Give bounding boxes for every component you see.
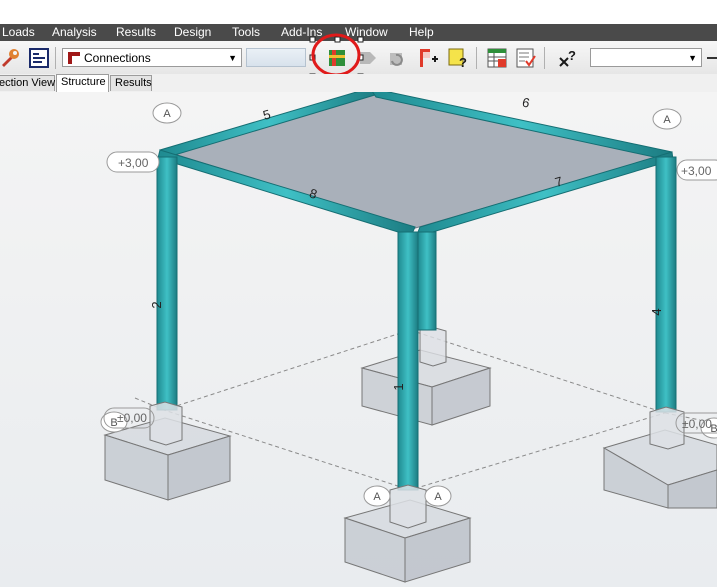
help-query-icon[interactable]: ? <box>557 47 579 69</box>
toolbar-separator <box>55 47 56 69</box>
level-label: ±0,00 <box>682 417 712 431</box>
tab-results[interactable]: Results <box>110 75 152 91</box>
menu-results[interactable]: Results <box>116 25 156 39</box>
menu-window[interactable]: Window <box>345 25 388 39</box>
calculate-icon[interactable] <box>357 47 379 69</box>
column-2 <box>156 156 178 411</box>
structure-viewport[interactable]: A A A A B B +3,00 +3,00 ±0,00 ±0,00 5 6 … <box>0 92 717 587</box>
column-4 <box>655 156 677 413</box>
overflow-icon[interactable] <box>703 47 717 69</box>
tab-section-view[interactable]: ection View <box>0 75 55 91</box>
level-label: +3,00 <box>118 156 149 170</box>
view-tabs: ection View Structure Results <box>0 74 717 93</box>
footing-back <box>360 326 492 426</box>
column-3 <box>417 231 437 331</box>
category-dropdown[interactable]: Connections ▼ <box>62 48 242 67</box>
toolbar-separator <box>476 47 477 69</box>
dropdown-value: Connections <box>84 51 151 65</box>
member-number: 2 <box>149 301 164 308</box>
toolbar-field[interactable] <box>246 48 306 67</box>
menu-analysis[interactable]: Analysis <box>52 25 97 39</box>
secondary-dropdown[interactable]: ▼ <box>590 48 702 67</box>
refresh-icon[interactable] <box>386 47 408 69</box>
menu-design[interactable]: Design <box>174 25 211 39</box>
slab <box>166 92 668 230</box>
level-label: +3,00 <box>681 164 712 178</box>
member-number: 6 <box>521 95 531 111</box>
svg-text:?: ? <box>568 48 576 63</box>
connection-icon <box>68 52 80 64</box>
properties-icon[interactable] <box>28 47 50 69</box>
chevron-down-icon[interactable]: ▼ <box>688 53 697 63</box>
toolbar-separator <box>544 47 545 69</box>
wrench-icon[interactable] <box>0 47 22 69</box>
tab-label: ection View <box>0 77 56 89</box>
query-icon[interactable]: ? <box>447 47 469 69</box>
structure-3d-model[interactable]: A A A A B B +3,00 +3,00 ±0,00 ±0,00 5 6 … <box>0 92 717 587</box>
tab-label: Results <box>115 77 152 89</box>
menu-help[interactable]: Help <box>409 25 434 39</box>
axis-label: A <box>163 108 171 120</box>
axis-label: A <box>663 114 671 126</box>
menu-tools[interactable]: Tools <box>232 25 260 39</box>
chevron-down-icon[interactable]: ▼ <box>228 53 237 63</box>
connection-definition-icon[interactable] <box>326 47 348 69</box>
menu-bar: Loads Analysis Results Design Tools Add-… <box>0 24 717 41</box>
axis-label: A <box>434 491 442 503</box>
add-connection-icon[interactable] <box>418 47 440 69</box>
level-label: ±0,00 <box>117 411 147 425</box>
tab-structure[interactable]: Structure <box>56 74 109 92</box>
svg-text:?: ? <box>459 55 467 69</box>
menu-add-ins[interactable]: Add-Ins <box>281 25 322 39</box>
menu-loads[interactable]: Loads <box>2 25 35 39</box>
member-number: 1 <box>391 383 406 390</box>
member-number: 4 <box>649 308 664 315</box>
column-1 <box>397 231 419 491</box>
report-icon[interactable] <box>515 47 537 69</box>
axis-label: A <box>373 491 381 503</box>
tab-label: Structure <box>61 76 106 88</box>
table-icon[interactable] <box>486 47 508 69</box>
